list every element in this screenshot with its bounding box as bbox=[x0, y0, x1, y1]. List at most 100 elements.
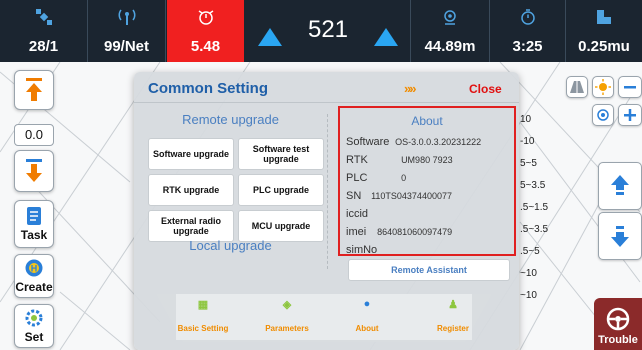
alarm-icon bbox=[167, 8, 244, 26]
rate-status: 0.25mu bbox=[566, 0, 642, 62]
tab-basic-setting[interactable]: ▦ Basic Setting bbox=[168, 298, 238, 333]
create-button[interactable]: H Create bbox=[14, 254, 54, 298]
software-upgrade-button[interactable]: Software upgrade bbox=[148, 138, 234, 170]
scale-label: .5~1.5 bbox=[520, 202, 549, 213]
status-bar: 28/1 99/Net 5.48 521 44.89m 3:25 0.25mu bbox=[0, 0, 642, 62]
plc-upgrade-button[interactable]: PLC upgrade bbox=[238, 174, 324, 206]
tab-about[interactable]: ● About bbox=[332, 298, 402, 333]
about-value: 0 bbox=[401, 173, 407, 183]
time-value: 3:25 bbox=[512, 38, 543, 55]
svg-text:H: H bbox=[31, 264, 38, 274]
network-status: 99/Net bbox=[88, 0, 166, 62]
scale-label: .5~3.5 bbox=[520, 224, 549, 235]
about-key: PLC bbox=[346, 172, 368, 184]
plus-icon bbox=[624, 109, 636, 121]
arrow-down-icon bbox=[611, 226, 629, 247]
height-value: 521 bbox=[307, 16, 349, 43]
zoom-in-button[interactable] bbox=[618, 104, 642, 126]
user-icon: ♟ bbox=[448, 299, 458, 311]
about-key: iccid bbox=[346, 208, 369, 220]
task-label: Task bbox=[20, 228, 48, 242]
task-icon bbox=[27, 207, 41, 225]
about-value: 864081060097479 bbox=[377, 227, 453, 237]
offset-value[interactable]: 0.0 bbox=[14, 124, 54, 146]
tab-label: About bbox=[355, 324, 379, 333]
dialog-title: Common Setting bbox=[148, 80, 268, 97]
scale-label: 10 bbox=[520, 114, 532, 125]
time-status: 3:25 bbox=[490, 0, 566, 62]
tab-register[interactable]: ♟ Register bbox=[418, 298, 488, 333]
trouble-label: Trouble bbox=[598, 334, 638, 346]
zoom-out-button[interactable] bbox=[618, 76, 642, 98]
tab-label: Parameters bbox=[265, 324, 309, 333]
minus-icon bbox=[624, 86, 636, 89]
tab-parameters[interactable]: ◈ Parameters bbox=[252, 298, 322, 333]
move-forward-button[interactable] bbox=[598, 162, 642, 210]
satellite-icon bbox=[0, 8, 87, 26]
about-row-rtk: RTK UM980 7923 bbox=[346, 154, 453, 166]
network-value: 99/Net bbox=[103, 38, 150, 55]
rtk-upgrade-button[interactable]: RTK upgrade bbox=[148, 174, 234, 206]
scale-label: .5~5 bbox=[520, 246, 540, 257]
map-view-button[interactable] bbox=[566, 76, 588, 98]
close-button[interactable]: Close bbox=[469, 82, 502, 96]
about-title: About bbox=[411, 114, 443, 128]
about-row-iccid: iccid bbox=[346, 208, 368, 220]
position-value: 44.89m bbox=[424, 38, 476, 55]
about-value: OS-3.0.0.3.20231222 bbox=[395, 137, 482, 147]
create-label: Create bbox=[15, 280, 53, 294]
wrench-icon: ◈ bbox=[282, 299, 292, 311]
square-icon bbox=[566, 8, 642, 26]
about-row-sn: SN 110TS04374400077 bbox=[346, 190, 452, 202]
create-icon: H bbox=[25, 259, 43, 277]
about-key: Software bbox=[346, 136, 390, 148]
about-value: 110TS04374400077 bbox=[371, 191, 452, 201]
tab-label: Basic Setting bbox=[177, 324, 229, 333]
set-button[interactable]: Set bbox=[14, 304, 54, 348]
about-key: RTK bbox=[346, 154, 368, 166]
map-icon bbox=[570, 81, 584, 93]
trouble-button[interactable]: Trouble bbox=[594, 298, 642, 350]
about-row-simno: simNo bbox=[346, 244, 377, 256]
gear-icon bbox=[25, 309, 43, 327]
timer-icon bbox=[490, 8, 565, 26]
scale-label: -10 bbox=[520, 136, 535, 147]
brightness-button[interactable] bbox=[592, 76, 614, 98]
scale-label: 5~3.5 bbox=[520, 180, 546, 191]
about-key: SN bbox=[346, 190, 362, 202]
about-key: simNo bbox=[346, 244, 378, 256]
grid-icon: ▦ bbox=[197, 299, 209, 311]
divider bbox=[134, 102, 519, 103]
location-pin-icon bbox=[411, 8, 489, 26]
position-status: 44.89m bbox=[410, 0, 490, 62]
remote-assistant-button[interactable]: Remote Assistant bbox=[348, 259, 510, 281]
software-test-upgrade-button[interactable]: Software test upgrade bbox=[238, 138, 324, 170]
steering-wheel-icon bbox=[606, 307, 630, 331]
about-key: imei bbox=[346, 226, 367, 238]
alarm-value: 5.48 bbox=[190, 38, 221, 55]
move-backward-button[interactable] bbox=[598, 212, 642, 260]
about-panel: About Software OS-3.0.0.3.20231222 RTK U… bbox=[338, 106, 516, 256]
alarm-status[interactable]: 5.48 bbox=[167, 0, 244, 62]
satellite-count: 28/1 bbox=[28, 38, 59, 55]
rate-value: 0.25mu bbox=[578, 38, 630, 55]
about-row-software: Software OS-3.0.0.3.20231222 bbox=[346, 136, 481, 148]
vertical-divider bbox=[327, 114, 328, 269]
info-icon: ● bbox=[363, 298, 371, 310]
about-row-imei: imei 864081060097479 bbox=[346, 226, 452, 238]
arrow-up-icon bbox=[611, 175, 629, 195]
set-label: Set bbox=[24, 330, 44, 344]
move-down-button[interactable] bbox=[14, 150, 54, 192]
about-row-plc: PLC 0 bbox=[346, 172, 406, 184]
up-triangle-icon bbox=[258, 28, 282, 46]
antenna-icon bbox=[88, 8, 165, 26]
task-button[interactable]: Task bbox=[14, 200, 54, 248]
arrow-up-icon bbox=[26, 78, 42, 101]
arrow-down-icon bbox=[26, 159, 42, 182]
about-value: UM980 7923 bbox=[401, 155, 453, 165]
locate-button[interactable] bbox=[592, 104, 614, 126]
satellite-status: 28/1 bbox=[0, 0, 88, 62]
move-up-button[interactable] bbox=[14, 70, 54, 110]
tab-label: Register bbox=[436, 324, 469, 333]
scale-label: 5~5 bbox=[520, 158, 537, 169]
